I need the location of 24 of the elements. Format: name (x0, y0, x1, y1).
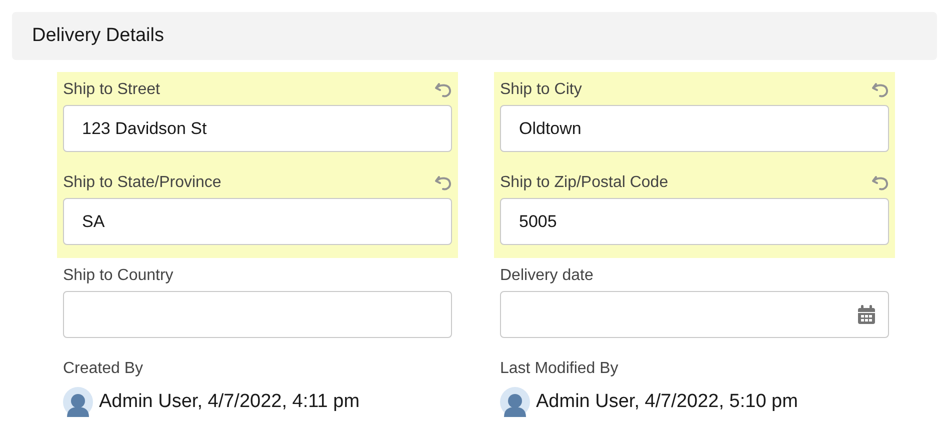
undo-icon[interactable] (871, 80, 891, 100)
field-label: Delivery date (500, 267, 594, 285)
avatar-icon (63, 387, 93, 417)
audit-value: Admin User, 4/7/2022, 5:10 pm (536, 391, 798, 413)
field-label: Created By (63, 359, 144, 379)
input-field[interactable]: 5005 (500, 198, 889, 245)
undo-icon[interactable] (434, 173, 454, 193)
input-field[interactable]: SA (63, 198, 452, 245)
undo-icon[interactable] (434, 80, 454, 100)
field-label: Ship to State/Province (63, 174, 222, 192)
audit-value: Admin User, 4/7/2022, 4:11 pm (99, 391, 360, 413)
field-label: Last Modified By (500, 359, 620, 379)
calendar-icon[interactable] (857, 305, 876, 324)
undo-icon[interactable] (871, 173, 891, 193)
field-label: Ship to City (500, 81, 582, 99)
field-label: Ship to Street (63, 81, 160, 99)
field-label: Ship to Zip/Postal Code (500, 174, 668, 192)
section-title: Delivery Details (32, 25, 164, 47)
date-field[interactable] (500, 291, 889, 338)
input-field[interactable]: Oldtown (500, 105, 889, 152)
avatar-icon (500, 387, 530, 417)
input-field[interactable]: 123 Davidson St (63, 105, 452, 152)
field-label: Ship to Country (63, 267, 174, 285)
input-field[interactable] (63, 291, 452, 338)
